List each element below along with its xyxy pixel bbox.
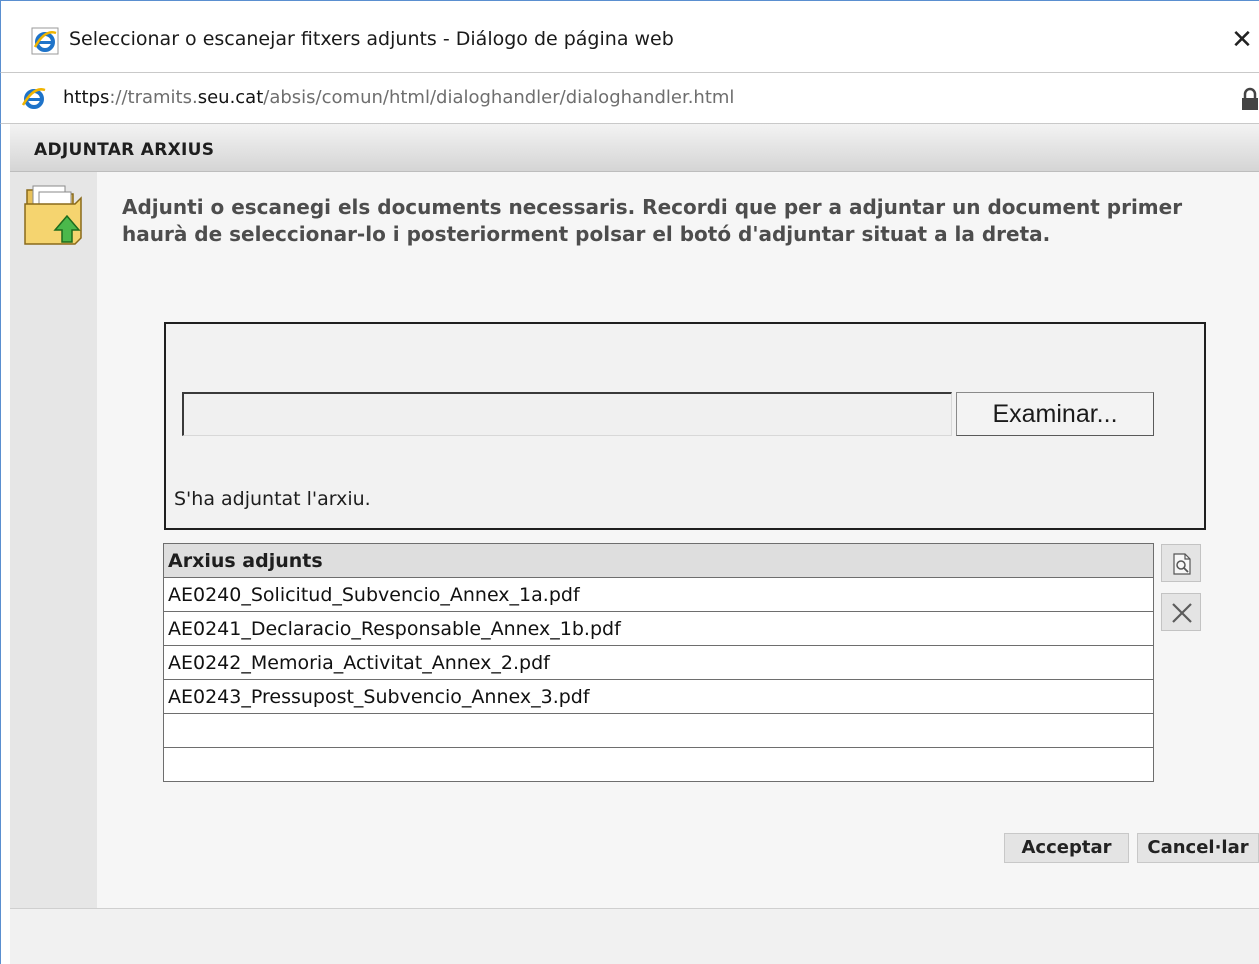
attachments-table: Arxius adjunts AE0240_Solicitud_Subvenci…	[163, 543, 1154, 782]
folder-upload-icon	[24, 185, 82, 245]
dialog-sidebar	[10, 172, 97, 908]
browse-button[interactable]: Examinar...	[956, 392, 1154, 436]
internet-explorer-icon	[31, 27, 59, 55]
cancel-button[interactable]: Cancel·lar	[1137, 833, 1259, 863]
dialog-header-title: ADJUNTAR ARXIUS	[34, 140, 215, 160]
lock-icon	[1242, 87, 1258, 110]
close-icon[interactable]: ✕	[1227, 25, 1257, 55]
table-row[interactable]: AE0243_Pressupost_Subvencio_Annex_3.pdf	[163, 679, 1154, 714]
preview-icon	[1173, 553, 1191, 575]
attachment-filename[interactable]: AE0240_Solicitud_Subvencio_Annex_1a.pdf	[163, 577, 1154, 612]
internet-explorer-icon	[21, 88, 46, 109]
upload-panel: Examinar... S'ha adjuntat l'arxiu.	[164, 322, 1206, 530]
attachment-filename[interactable]	[163, 747, 1154, 782]
table-row[interactable]: AE0241_Declaracio_Responsable_Annex_1b.p…	[163, 611, 1154, 646]
url-path: /absis/comun/html/dialoghandler/dialogha…	[263, 87, 735, 108]
attachment-filename[interactable]	[163, 713, 1154, 748]
window-title: Seleccionar o escanejar fitxers adjunts …	[69, 28, 674, 50]
delete-icon	[1172, 603, 1192, 623]
table-header-attachments: Arxius adjunts	[163, 543, 1154, 578]
dialog-header: ADJUNTAR ARXIUS	[10, 124, 1259, 172]
accept-button[interactable]: Acceptar	[1004, 833, 1129, 863]
attachment-filename[interactable]: AE0243_Pressupost_Subvencio_Annex_3.pdf	[163, 679, 1154, 714]
table-header-row: Arxius adjunts	[163, 543, 1154, 578]
dialog-main-area	[97, 172, 1259, 908]
url-text: https://tramits.seu.cat/absis/comun/html…	[63, 87, 734, 108]
table-row[interactable]: AE0240_Solicitud_Subvencio_Annex_1a.pdf	[163, 577, 1154, 612]
url-scheme: https	[63, 87, 110, 108]
address-bar[interactable]: https://tramits.seu.cat/absis/comun/html…	[0, 72, 1259, 124]
attachment-filename[interactable]: AE0241_Declaracio_Responsable_Annex_1b.p…	[163, 611, 1154, 646]
window-titlebar: Seleccionar o escanejar fitxers adjunts …	[0, 0, 1259, 72]
table-row[interactable]	[163, 713, 1154, 748]
attachment-filename[interactable]: AE0242_Memoria_Activitat_Annex_2.pdf	[163, 645, 1154, 680]
instructions-text: Adjunti o escanegi els documents necessa…	[122, 195, 1183, 246]
url-domain: seu.cat	[197, 87, 264, 108]
window-left-border	[0, 124, 10, 964]
table-row[interactable]: AE0242_Memoria_Activitat_Annex_2.pdf	[163, 645, 1154, 680]
table-row[interactable]	[163, 747, 1154, 782]
delete-attachment-button[interactable]	[1161, 593, 1201, 631]
url-host-prefix: ://tramits.	[109, 87, 198, 108]
upload-status-text: S'ha adjuntat l'arxiu.	[174, 488, 371, 510]
view-attachment-button[interactable]	[1161, 544, 1201, 582]
dialog-footer	[10, 908, 1259, 964]
file-path-input[interactable]	[182, 392, 952, 436]
